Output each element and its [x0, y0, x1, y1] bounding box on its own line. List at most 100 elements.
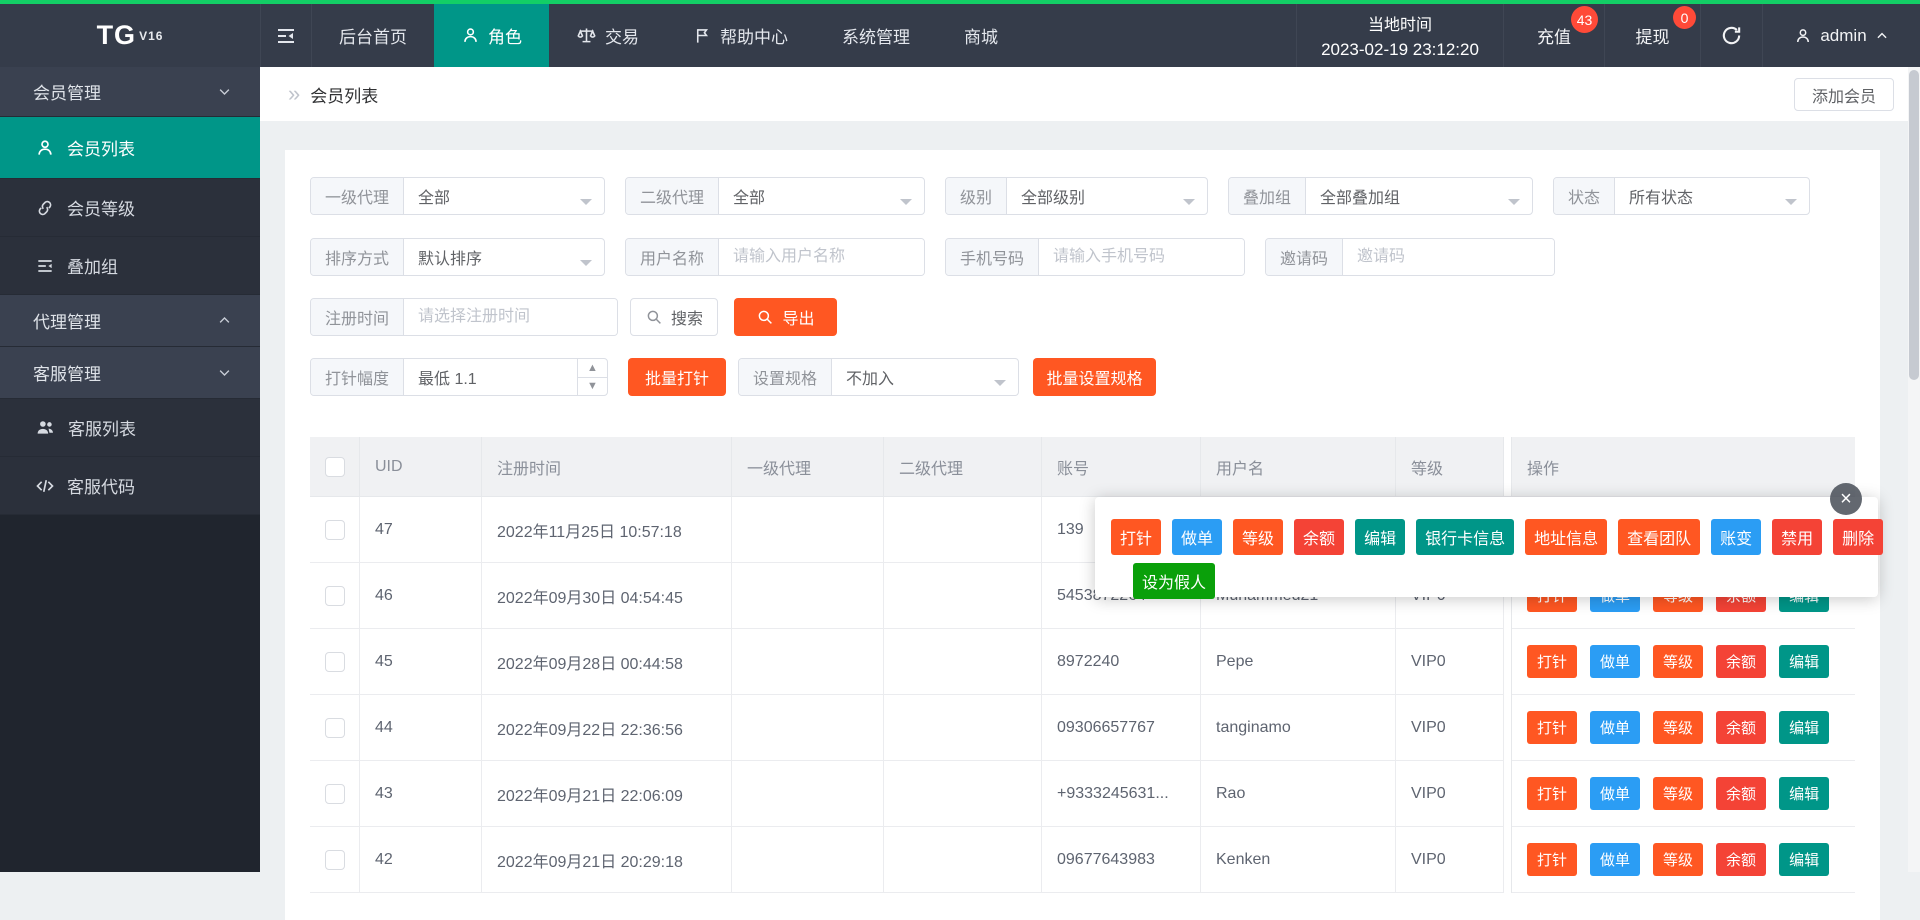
row-action-button[interactable]: 编辑 — [1779, 645, 1829, 678]
row-action-button[interactable]: 做单 — [1590, 777, 1640, 810]
cell-register-time: 2022年09月21日 22:06:09 — [482, 761, 732, 827]
search-icon — [645, 308, 663, 326]
select-all-checkbox[interactable] — [325, 457, 345, 477]
search-button[interactable]: 搜索 — [630, 298, 718, 336]
row-select-cell — [310, 695, 360, 761]
popup-action-button[interactable]: 编辑 — [1355, 519, 1405, 555]
filter-select[interactable]: 状态 所有状态 — [1553, 177, 1810, 215]
row-action-button[interactable]: 打针 — [1527, 711, 1577, 744]
row-action-button[interactable]: 等级 — [1653, 711, 1703, 744]
sidebar-item-member-level[interactable]: 会员等级 — [0, 179, 260, 237]
inject-range-value[interactable]: 最低 1.1 — [404, 359, 577, 395]
column-spacer — [1504, 695, 1512, 761]
nav-tab-mall[interactable]: 商城 — [937, 4, 1025, 67]
batch-spec-button[interactable]: 批量设置规格 — [1033, 358, 1156, 396]
stepper-up-button[interactable]: ▲ — [578, 359, 607, 378]
table-row: 43 2022年09月21日 22:06:09 +9333245631... R… — [310, 761, 1855, 827]
row-checkbox[interactable] — [325, 586, 345, 606]
username-input[interactable] — [719, 239, 924, 275]
row-checkbox[interactable] — [325, 718, 345, 738]
caret-down-icon — [900, 199, 912, 211]
sidebar-group-service-mgmt[interactable]: 客服管理 — [0, 347, 260, 399]
filter-row-inputs: 排序方式 默认排序 用户名称 手机号码 邀请码 — [310, 238, 1555, 276]
page-title: 会员列表 — [310, 82, 378, 107]
popup-action-button[interactable]: 删除 — [1833, 519, 1883, 555]
row-action-button[interactable]: 余额 — [1716, 645, 1766, 678]
scrollbar-thumb[interactable] — [1909, 70, 1919, 380]
batch-inject-button[interactable]: 批量打针 — [628, 358, 726, 396]
cell-username: Pepe — [1201, 629, 1396, 695]
nav-tab-trade[interactable]: 交易 — [549, 4, 666, 67]
sidebar-group-agent-mgmt[interactable]: 代理管理 — [0, 295, 260, 347]
refresh-button[interactable] — [1700, 4, 1762, 67]
caret-down-icon — [1183, 199, 1195, 211]
popup-action-button[interactable]: 余额 — [1294, 519, 1344, 555]
row-action-button[interactable]: 余额 — [1716, 711, 1766, 744]
popup-action-button[interactable]: 银行卡信息 — [1416, 519, 1514, 555]
sidebar-group-member-mgmt[interactable]: 会员管理 — [0, 67, 260, 117]
invite-code-input[interactable] — [1343, 239, 1554, 275]
user-menu[interactable]: admin — [1762, 4, 1920, 67]
stepper-down-button[interactable]: ▼ — [578, 378, 607, 396]
search-button-label: 搜索 — [671, 305, 703, 329]
popup-action-button[interactable]: 设为假人 — [1133, 563, 1215, 599]
filter-select[interactable]: 一级代理 全部 — [310, 177, 605, 215]
nav-tab-system[interactable]: 系统管理 — [815, 4, 937, 67]
recharge-label: 充值 — [1537, 23, 1571, 48]
popup-action-button[interactable]: 地址信息 — [1525, 519, 1607, 555]
cell-account: 8972240 — [1042, 629, 1201, 695]
row-action-button[interactable]: 等级 — [1653, 777, 1703, 810]
register-time-input[interactable] — [404, 299, 617, 335]
nav-tab-home[interactable]: 后台首页 — [312, 4, 434, 67]
row-action-button[interactable]: 做单 — [1590, 645, 1640, 678]
link-icon — [35, 198, 55, 218]
close-icon[interactable]: × — [1830, 483, 1862, 515]
row-action-button[interactable]: 余额 — [1716, 777, 1766, 810]
add-member-button[interactable]: 添加会员 — [1794, 78, 1894, 111]
row-action-button[interactable]: 等级 — [1653, 843, 1703, 876]
popup-action-button[interactable]: 账变 — [1711, 519, 1761, 555]
popup-action-button[interactable]: 查看团队 — [1618, 519, 1700, 555]
cell-register-time: 2022年11月25日 10:57:18 — [482, 497, 732, 563]
row-action-button[interactable]: 打针 — [1527, 777, 1577, 810]
row-action-button[interactable]: 打针 — [1527, 843, 1577, 876]
sidebar-group-label: 客服管理 — [33, 360, 101, 385]
sort-select[interactable]: 排序方式 默认排序 — [310, 238, 605, 276]
filter-select[interactable]: 级别 全部级别 — [945, 177, 1208, 215]
sidebar-item-service-list[interactable]: 客服列表 — [0, 399, 260, 457]
row-checkbox[interactable] — [325, 784, 345, 804]
row-action-button[interactable]: 编辑 — [1779, 711, 1829, 744]
sidebar-item-stack-group[interactable]: 叠加组 — [0, 237, 260, 295]
nav-tab-role[interactable]: 角色 — [434, 4, 549, 67]
row-checkbox[interactable] — [325, 850, 345, 870]
recharge-button[interactable]: 充值 43 — [1504, 4, 1604, 67]
popup-action-button[interactable]: 打针 — [1111, 519, 1161, 555]
row-checkbox[interactable] — [325, 520, 345, 540]
spec-select[interactable]: 设置规格 不加入 — [738, 358, 1019, 396]
withdraw-button[interactable]: 提现 0 — [1604, 4, 1700, 67]
row-action-button[interactable]: 余额 — [1716, 843, 1766, 876]
popup-action-button[interactable]: 做单 — [1172, 519, 1222, 555]
page-scrollbar[interactable] — [1908, 67, 1920, 872]
cell-level: VIP0 — [1396, 827, 1504, 893]
nav-tab-help[interactable]: 帮助中心 — [666, 4, 815, 67]
row-action-button[interactable]: 打针 — [1527, 645, 1577, 678]
withdraw-label: 提现 — [1636, 23, 1670, 48]
sidebar-collapse-button[interactable] — [260, 4, 312, 67]
filter-select[interactable]: 叠加组 全部叠加组 — [1228, 177, 1533, 215]
filter-select[interactable]: 二级代理 全部 — [625, 177, 925, 215]
cell-agent1 — [732, 761, 884, 827]
phone-input[interactable] — [1039, 239, 1244, 275]
row-action-button[interactable]: 等级 — [1653, 645, 1703, 678]
breadcrumb-bar: » 会员列表 添加会员 — [260, 67, 1908, 121]
export-button[interactable]: 导出 — [734, 298, 837, 336]
popup-action-button[interactable]: 等级 — [1233, 519, 1283, 555]
row-action-button[interactable]: 编辑 — [1779, 777, 1829, 810]
sidebar-item-member-list[interactable]: 会员列表 — [0, 117, 260, 179]
row-action-button[interactable]: 编辑 — [1779, 843, 1829, 876]
row-action-button[interactable]: 做单 — [1590, 843, 1640, 876]
sidebar-item-service-code[interactable]: 客服代码 — [0, 457, 260, 515]
popup-action-button[interactable]: 禁用 — [1772, 519, 1822, 555]
row-action-button[interactable]: 做单 — [1590, 711, 1640, 744]
row-checkbox[interactable] — [325, 652, 345, 672]
